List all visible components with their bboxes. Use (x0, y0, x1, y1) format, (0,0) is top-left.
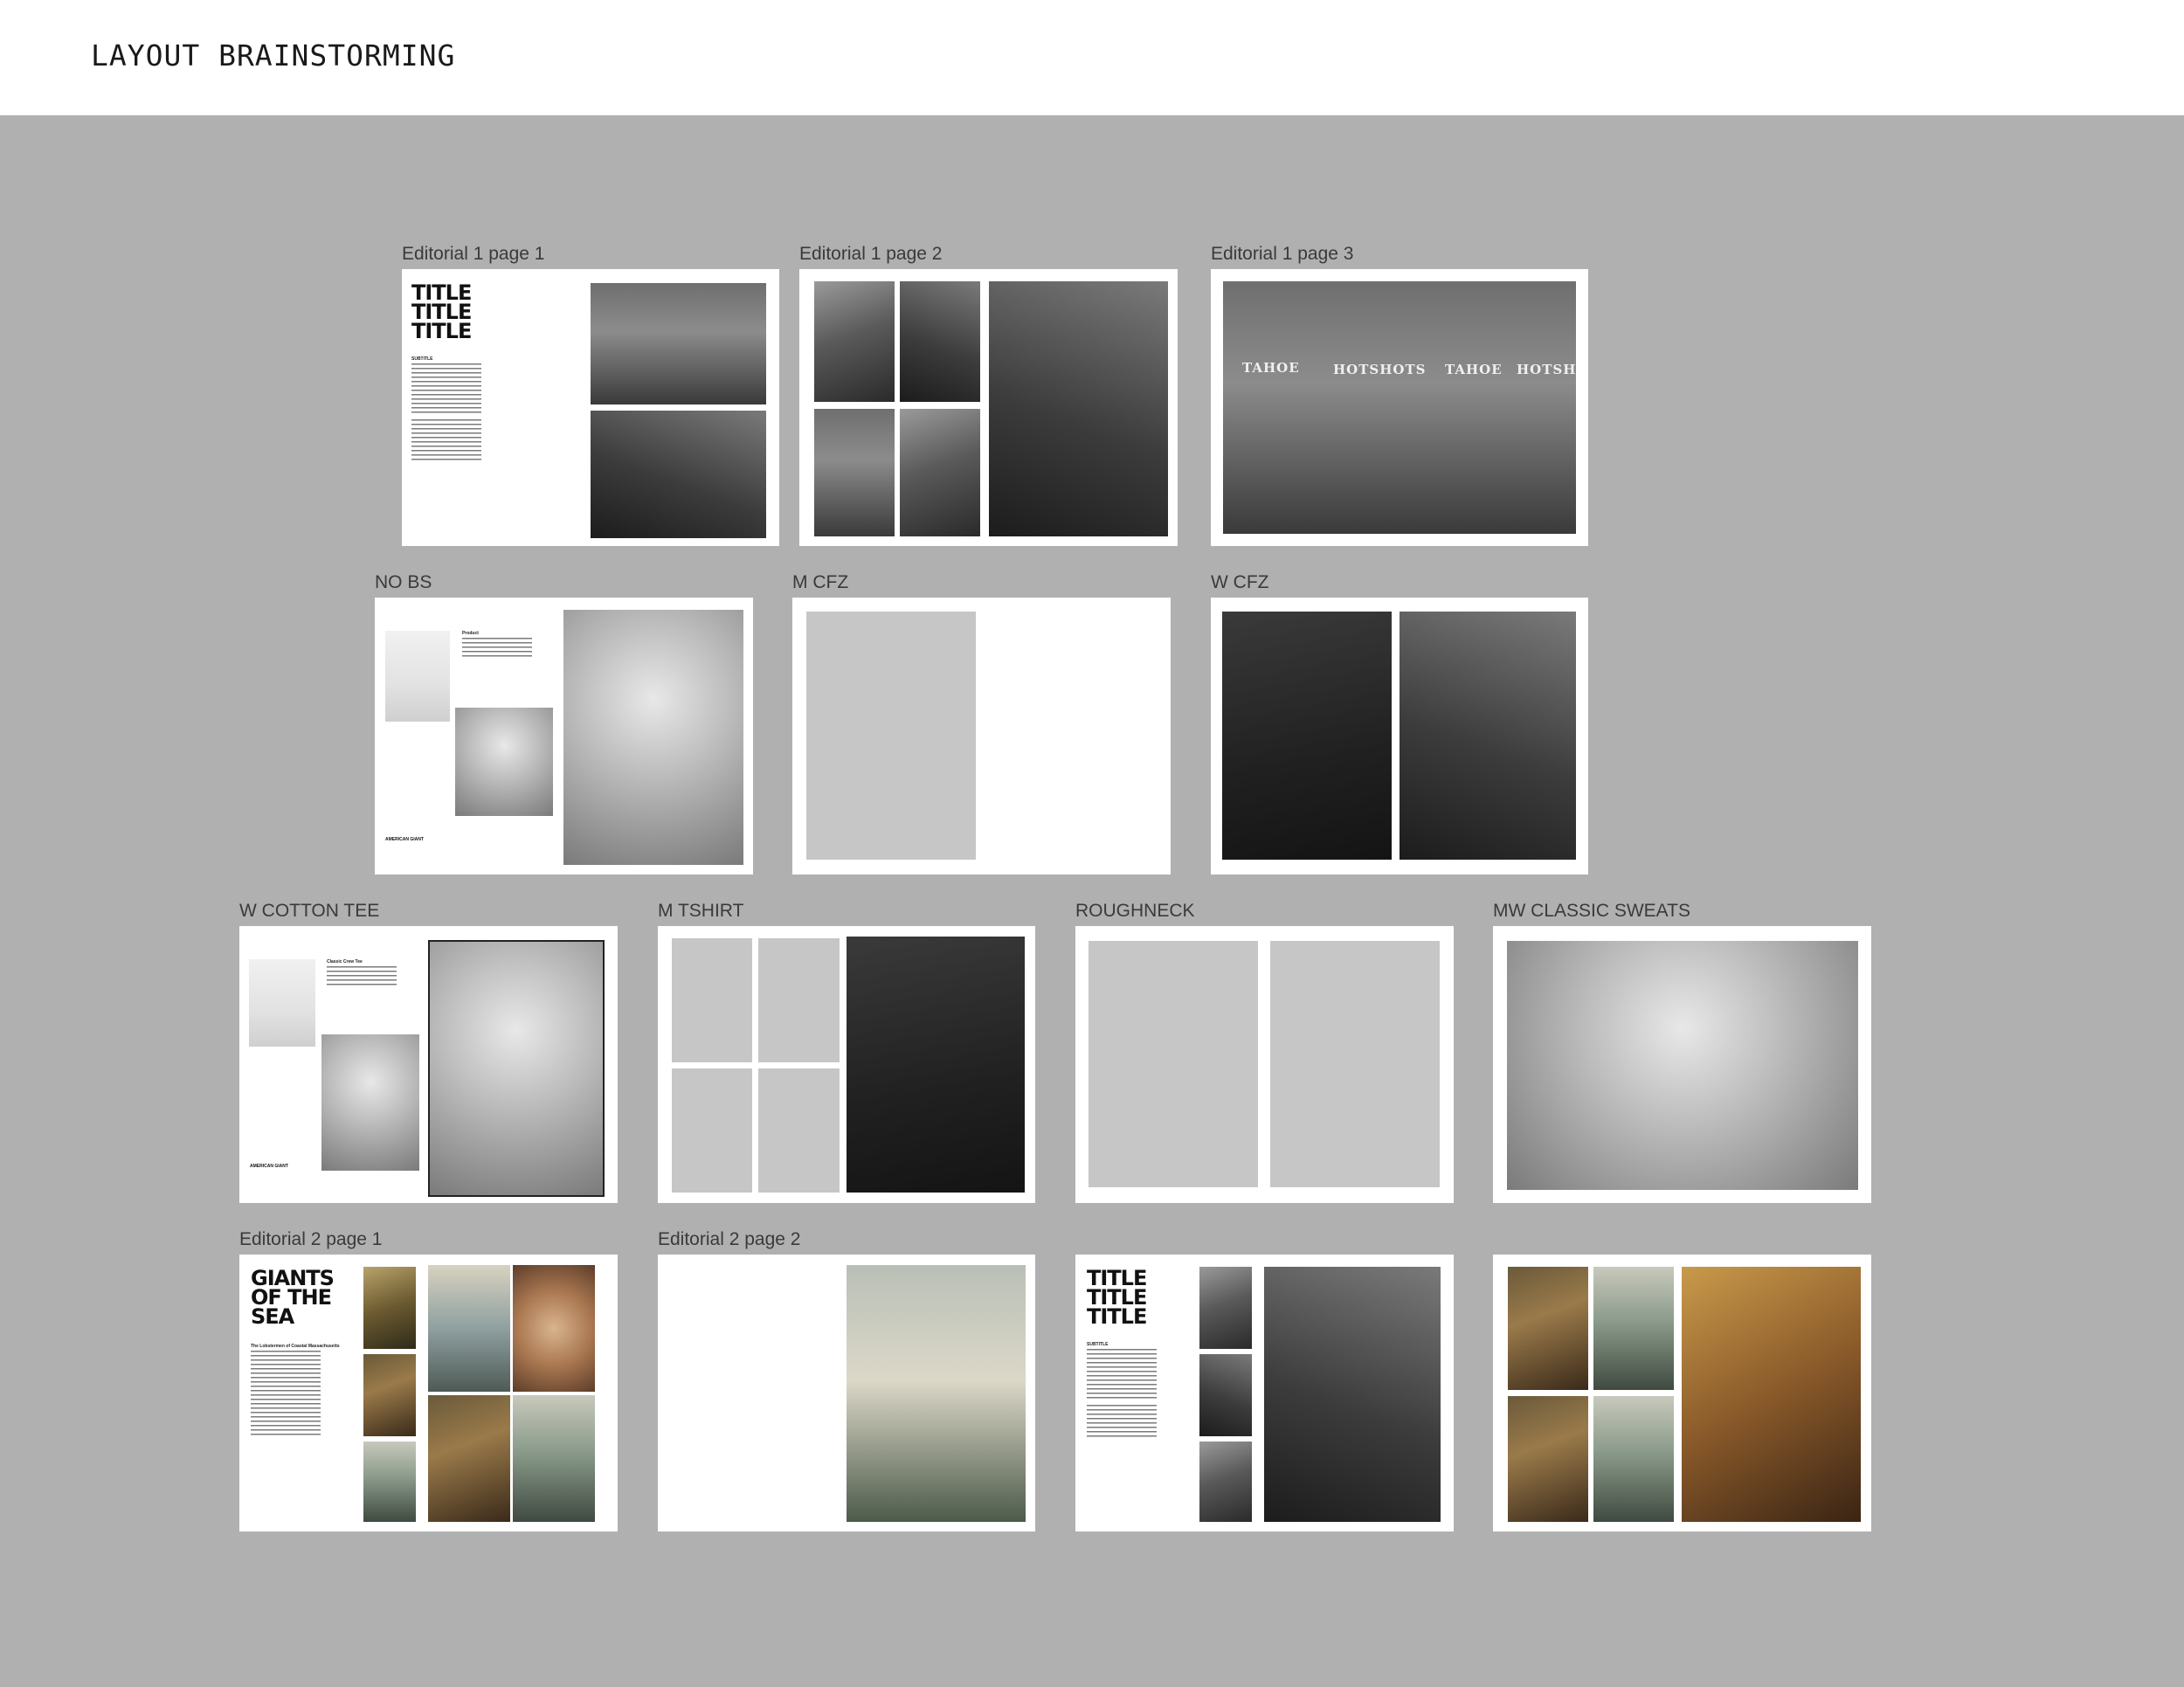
frame-label-w-cfz[interactable]: W CFZ (1211, 572, 1268, 593)
frame-editorial1-page1[interactable]: TITLE TITLE TITLE SUBTITLE (402, 269, 779, 546)
frame-editorial2-page2[interactable] (658, 1255, 1035, 1531)
brand-tag: AMERICAN GIANT (385, 837, 424, 842)
product-heading: Product (462, 631, 479, 636)
banner-word: HOTSHOTS (1333, 362, 1427, 377)
frame-m-cfz[interactable] (792, 598, 1171, 875)
frame-label-no-bs[interactable]: NO BS (375, 572, 432, 593)
frame-editorial1-page2[interactable] (799, 269, 1178, 546)
frame-label-editorial2-page1[interactable]: Editorial 2 page 1 (239, 1229, 382, 1250)
model-smiling-photo (428, 940, 605, 1197)
model-standing-photo (563, 610, 743, 865)
frame-label-m-tshirt[interactable]: M TSHIRT (658, 901, 743, 922)
editorial-title: TITLE TITLE TITLE (1087, 1266, 1147, 1330)
body-text-block (1087, 1349, 1157, 1401)
header-bar: LAYOUT BRAINSTORMING (0, 0, 2184, 115)
forest-photo (900, 281, 980, 402)
table-dishes-photo (1593, 1396, 1674, 1522)
banner-word: HOTSHOTS (1517, 362, 1576, 377)
frame-roughneck[interactable] (1075, 926, 1454, 1203)
boat-wake-photo (428, 1265, 510, 1392)
body-text-block (1087, 1405, 1157, 1438)
firefighter-portrait-photo (989, 281, 1168, 536)
lobster-catch-photo (513, 1265, 595, 1392)
banner-word: TAHOE (1242, 360, 1300, 376)
image-placeholder (758, 1068, 840, 1193)
frame-editorial2-page4[interactable] (1493, 1255, 1871, 1531)
fisherman-boat-photo (513, 1395, 595, 1522)
model-reclining-photo (1507, 941, 1858, 1190)
frame-w-cfz[interactable] (1211, 598, 1588, 875)
crew-pushups-photo (591, 411, 766, 538)
hotshots-crew-photo: TAHOE HOTSHOTS TAHOE HOTSHOTS (1223, 281, 1576, 534)
frame-label-m-cfz[interactable]: M CFZ (792, 572, 848, 593)
frame-m-tshirt[interactable] (658, 926, 1035, 1203)
editorial-subtitle: The Lobstermen of Coastal Massachusetts (251, 1344, 340, 1349)
editorial-title: GIANTS OF THE SEA (251, 1266, 335, 1330)
tee-fabric-photo (249, 959, 315, 1047)
lobsterman-photo (363, 1354, 416, 1436)
folded-tshirts-photo (847, 937, 1025, 1193)
frame-label-editorial1-page3[interactable]: Editorial 1 page 3 (1211, 244, 1353, 265)
lobster-traps-photo (428, 1395, 510, 1522)
product-heading: Classic Crew Tee (327, 959, 363, 964)
dining-room-photo (1593, 1267, 1674, 1390)
firefighter-boots-photo (814, 409, 895, 536)
editorial-title: TITLE TITLE TITLE (411, 280, 472, 344)
frame-label-editorial1-page2[interactable]: Editorial 1 page 2 (799, 244, 942, 265)
image-placeholder (672, 938, 752, 1062)
body-text-block (411, 363, 481, 416)
frame-editorial1-page3[interactable]: TAHOE HOTSHOTS TAHOE HOTSHOTS (1211, 269, 1588, 546)
kitchen-line-photo (1508, 1396, 1588, 1522)
body-text-block (411, 419, 481, 463)
zipper-detail-photo (1222, 612, 1392, 860)
dock-photo (363, 1442, 416, 1522)
chef-cooking-photo (1199, 1354, 1252, 1436)
editorial-subtitle: SUBTITLE (1087, 1342, 1109, 1347)
image-placeholder (1270, 941, 1440, 1187)
hoodie-detail-photo (1400, 612, 1576, 860)
frame-label-editorial2-page2[interactable]: Editorial 2 page 2 (658, 1229, 800, 1250)
frame-label-mw-classic-sweats[interactable]: MW CLASSIC SWEATS (1493, 901, 1690, 922)
chef-portrait-photo (1264, 1267, 1441, 1522)
editorial-subtitle: SUBTITLE (411, 356, 433, 362)
firefighter-photo (814, 281, 895, 402)
frame-mw-classic-sweats[interactable] (1493, 926, 1871, 1203)
body-text-block (251, 1351, 321, 1438)
product-text-block (462, 638, 532, 657)
chefs-kitchen-photo (1682, 1267, 1861, 1522)
frame-no-bs[interactable]: Product AMERICAN GIANT (375, 598, 753, 875)
model-crouch-photo (455, 708, 553, 816)
model-tee-photo (321, 1034, 419, 1171)
image-placeholder (1089, 941, 1258, 1187)
kitchen-staff-photo (1199, 1442, 1252, 1522)
chef-photo (1199, 1267, 1252, 1349)
page-title: LAYOUT BRAINSTORMING (91, 38, 456, 73)
image-placeholder (806, 612, 976, 860)
cook-plating-photo (1508, 1267, 1588, 1390)
image-placeholder (672, 1068, 752, 1193)
banner-word: TAHOE (1445, 362, 1503, 377)
frame-w-cotton-tee[interactable]: Classic Crew Tee AMERICAN GIANT (239, 926, 618, 1203)
harbor-boat-photo (847, 1265, 1026, 1522)
crew-photo (591, 283, 766, 404)
product-text-block (327, 966, 397, 985)
brand-tag: AMERICAN GIANT (250, 1164, 288, 1169)
frame-editorial2-page1[interactable]: GIANTS OF THE SEA The Lobstermen of Coas… (239, 1255, 618, 1531)
frame-label-editorial1-page1[interactable]: Editorial 1 page 1 (402, 244, 544, 265)
frame-editorial2-page3[interactable]: TITLE TITLE TITLE SUBTITLE (1075, 1255, 1454, 1531)
image-placeholder (758, 938, 840, 1062)
frame-label-roughneck[interactable]: ROUGHNECK (1075, 901, 1195, 922)
firefighters-photo (900, 409, 980, 536)
sunset-water-photo (363, 1267, 416, 1349)
frame-label-w-cotton-tee[interactable]: W COTTON TEE (239, 901, 379, 922)
pants-product-photo (385, 631, 450, 722)
